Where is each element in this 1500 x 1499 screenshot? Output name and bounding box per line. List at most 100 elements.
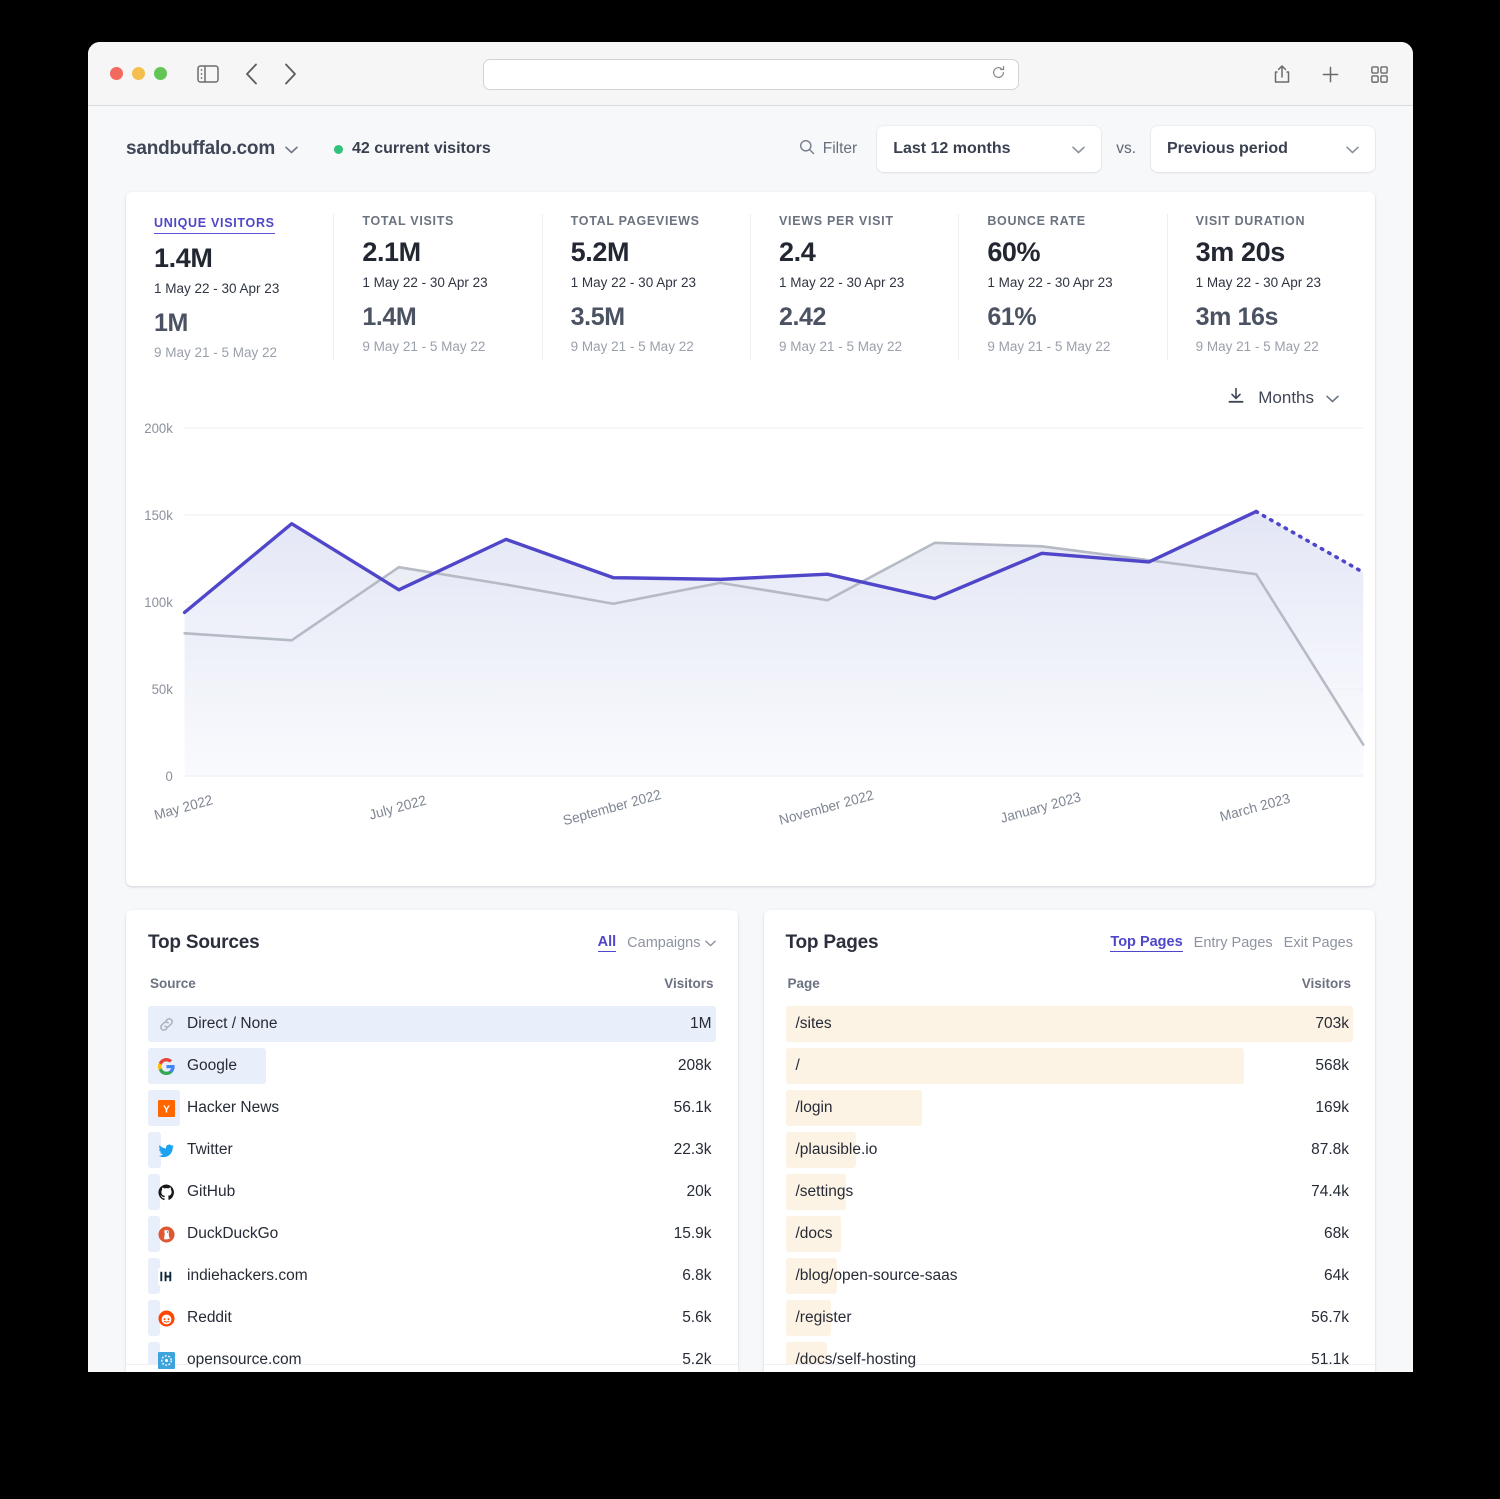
back-button[interactable]: [245, 63, 258, 85]
column-header-visitors: Visitors: [664, 976, 713, 991]
site-name: sandbuffalo.com: [126, 138, 275, 160]
metric-card[interactable]: UNIQUE VISITORS1.4M1 May 22 - 30 Apr 231…: [126, 214, 334, 360]
y-axis-tick-label: 200k: [144, 421, 173, 436]
list-item[interactable]: /docs 68k: [786, 1213, 1354, 1255]
chevron-down-icon: [1346, 142, 1359, 157]
tab-top-pages[interactable]: Top Pages: [1110, 934, 1182, 952]
metric-previous-range: 9 May 21 - 5 May 22: [154, 345, 315, 360]
visitors-chart[interactable]: 050k100k150k200kMay 2022July 2022Septemb…: [126, 416, 1375, 886]
metric-previous-range: 9 May 21 - 5 May 22: [779, 339, 940, 354]
link-icon: [158, 1016, 175, 1033]
list-item-text: indiehackers.com: [187, 1267, 308, 1285]
list-item[interactable]: /register56.7k: [786, 1297, 1354, 1339]
column-header-page: Page: [788, 976, 820, 991]
current-visitors[interactable]: 42 current visitors: [334, 140, 491, 158]
download-icon[interactable]: [1226, 386, 1246, 411]
list-item[interactable]: GitHub20k: [148, 1171, 716, 1213]
filter-button[interactable]: Filter: [799, 139, 857, 160]
x-axis-tick-label: March 2023: [1218, 790, 1292, 825]
y-axis-tick-label: 100k: [144, 595, 173, 610]
list-item-label: GitHub: [148, 1183, 235, 1201]
chevron-down-icon[interactable]: [1326, 391, 1339, 406]
new-tab-icon[interactable]: [1321, 65, 1340, 84]
list-item[interactable]: /settings74.4k: [786, 1171, 1354, 1213]
metric-card[interactable]: BOUNCE RATE60%1 May 22 - 30 Apr 2361%9 M…: [959, 214, 1167, 360]
chevron-down-icon[interactable]: [705, 936, 716, 950]
list-item[interactable]: DuckDuckGo15.9k: [148, 1213, 716, 1255]
date-range-select[interactable]: Last 12 months: [877, 126, 1101, 172]
reload-icon[interactable]: [991, 65, 1006, 84]
minimize-window-button[interactable]: [132, 67, 145, 80]
list-item-text: Hacker News: [187, 1099, 279, 1117]
list-item-text: DuckDuckGo: [187, 1225, 278, 1243]
chevron-down-icon: [285, 142, 298, 157]
tab-all[interactable]: All: [598, 934, 617, 952]
close-window-button[interactable]: [110, 67, 123, 80]
list-item-value: 51.1k: [1311, 1351, 1353, 1369]
list-item-value: 68k: [1324, 1225, 1353, 1243]
tab-exit-pages[interactable]: Exit Pages: [1284, 935, 1353, 951]
tab-entry-pages[interactable]: Entry Pages: [1194, 935, 1273, 951]
list-item[interactable]: indiehackers.com6.8k: [148, 1255, 716, 1297]
share-icon[interactable]: [1273, 64, 1291, 84]
list-item[interactable]: Twitter22.3k: [148, 1129, 716, 1171]
maximize-window-button[interactable]: [154, 67, 167, 80]
list-item[interactable]: Y Hacker News 56.1k: [148, 1087, 716, 1129]
top-sources-columns: Source Visitors: [148, 976, 716, 991]
metric-date-range: 1 May 22 - 30 Apr 23: [154, 281, 315, 296]
list-item-text: Direct / None: [187, 1015, 277, 1033]
metric-name: TOTAL VISITS: [362, 214, 523, 228]
metric-previous-range: 9 May 21 - 5 May 22: [362, 339, 523, 354]
list-item-value: 64k: [1324, 1267, 1353, 1285]
list-item[interactable]: /568k: [786, 1045, 1354, 1087]
forward-button[interactable]: [284, 63, 297, 85]
list-item-label: Google: [148, 1057, 237, 1075]
list-item[interactable]: /plausible.io87.8k: [786, 1129, 1354, 1171]
tab-grid-icon[interactable]: [1370, 65, 1389, 84]
list-item-text: opensource.com: [187, 1351, 302, 1369]
list-item-value: 5.2k: [682, 1351, 715, 1369]
metric-previous-value: 3m 16s: [1196, 303, 1357, 332]
list-item-label: /login: [786, 1099, 833, 1117]
list-item[interactable]: Google 208k: [148, 1045, 716, 1087]
tab-campaigns[interactable]: Campaigns: [627, 935, 715, 951]
list-item[interactable]: Direct / None1M: [148, 1003, 716, 1045]
list-item-value: 208k: [678, 1057, 716, 1075]
svg-text:Y: Y: [163, 1104, 170, 1115]
list-item[interactable]: /blog/open-source-saas64k: [786, 1255, 1354, 1297]
metric-card[interactable]: TOTAL VISITS2.1M1 May 22 - 30 Apr 231.4M…: [334, 214, 542, 360]
site-selector[interactable]: sandbuffalo.com: [126, 138, 298, 160]
github-icon: [158, 1184, 175, 1201]
metric-card[interactable]: VISIT DURATION3m 20s1 May 22 - 30 Apr 23…: [1168, 214, 1375, 360]
list-item-label: /register: [786, 1309, 852, 1327]
google-icon: [158, 1058, 175, 1075]
list-item-value: 56.1k: [674, 1099, 716, 1117]
list-item-value: 568k: [1315, 1057, 1353, 1075]
url-input[interactable]: [496, 67, 991, 82]
metric-name: UNIQUE VISITORS: [154, 216, 275, 234]
address-bar[interactable]: [483, 59, 1019, 90]
comparison-select[interactable]: Previous period: [1151, 126, 1375, 172]
list-item-label: /docs: [786, 1225, 833, 1243]
list-item-text: /docs: [796, 1225, 833, 1243]
reddit-icon: [158, 1310, 175, 1327]
y-axis-tick-label: 50k: [152, 682, 174, 697]
interval-select-label[interactable]: Months: [1258, 388, 1314, 408]
metric-card[interactable]: VIEWS PER VISIT2.41 May 22 - 30 Apr 232.…: [751, 214, 959, 360]
metric-card[interactable]: TOTAL PAGEVIEWS5.2M1 May 22 - 30 Apr 233…: [543, 214, 751, 360]
metric-value: 60%: [987, 237, 1148, 268]
window-controls[interactable]: [110, 67, 167, 80]
list-item[interactable]: Reddit5.6k: [148, 1297, 716, 1339]
metric-previous-value: 61%: [987, 303, 1148, 332]
top-pages-header: Top Pages Top PagesEntry PagesExit Pages: [786, 932, 1354, 954]
browser-titlebar: [88, 42, 1413, 106]
list-item[interactable]: /sites703k: [786, 1003, 1354, 1045]
search-icon: [799, 139, 815, 160]
main-chart-card: UNIQUE VISITORS1.4M1 May 22 - 30 Apr 231…: [126, 192, 1375, 886]
filter-label: Filter: [823, 140, 857, 158]
sidebar-toggle-icon[interactable]: [197, 65, 219, 83]
list-item-text: GitHub: [187, 1183, 235, 1201]
top-sources-tabs: All Campaigns: [598, 934, 716, 952]
metric-date-range: 1 May 22 - 30 Apr 23: [779, 275, 940, 290]
list-item[interactable]: /login169k: [786, 1087, 1354, 1129]
